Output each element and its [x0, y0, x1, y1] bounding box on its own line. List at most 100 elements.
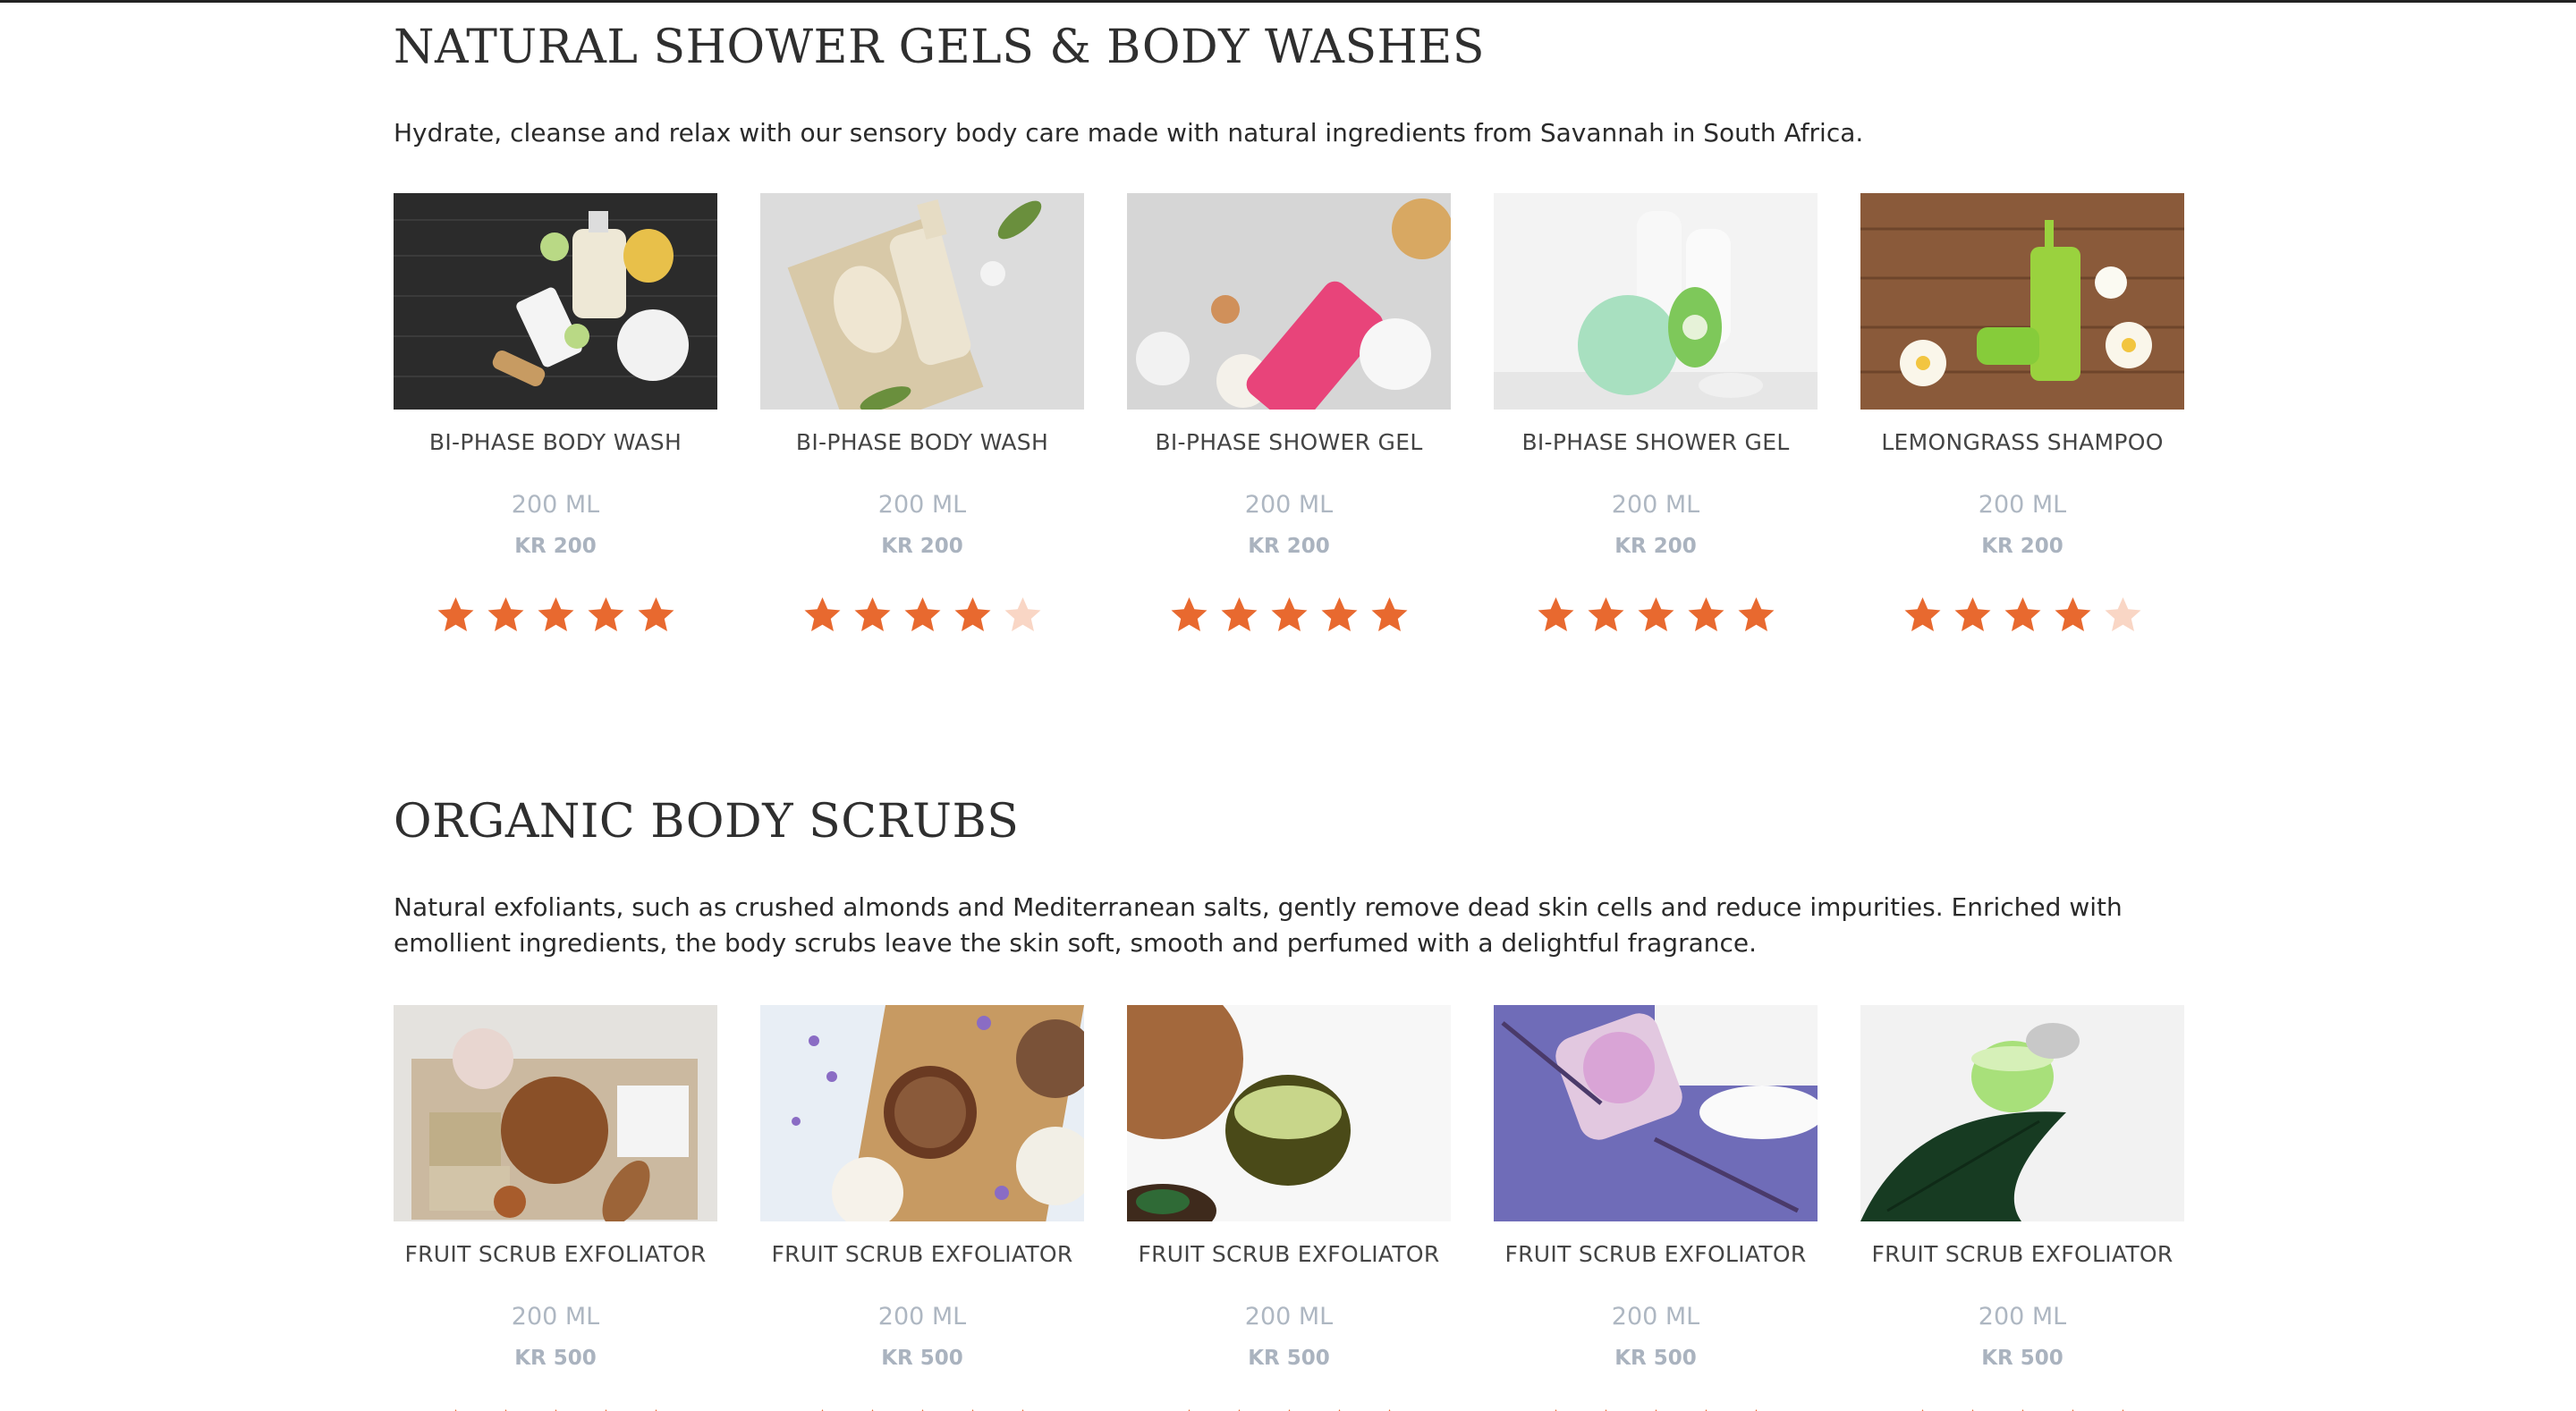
star-icon — [954, 597, 990, 631]
star-icon — [1388, 1409, 1390, 1411]
rating-stars — [1902, 1407, 2143, 1411]
product-size: 200 ML — [1611, 491, 1700, 519]
product-size: 200 ML — [877, 1303, 967, 1331]
product-size: 200 ML — [511, 491, 600, 519]
product-card[interactable]: FRUIT SCRUB EXFOLIATOR 200 ML KR 500 — [1127, 1005, 1451, 1411]
product-name[interactable]: FRUIT SCRUB EXFOLIATOR — [1871, 1241, 2173, 1267]
rating-stars — [1169, 596, 1410, 636]
star-icon — [854, 597, 890, 631]
star-icon — [1638, 597, 1674, 631]
product-size: 200 ML — [877, 491, 967, 519]
star-icon — [1705, 1409, 1707, 1411]
product-card[interactable]: FRUIT SCRUB EXFOLIATOR 200 ML KR 500 — [1494, 1005, 1818, 1411]
star-icon — [555, 1409, 556, 1411]
star-icon — [605, 1409, 606, 1411]
star-icon — [2105, 597, 2140, 631]
product-size: 200 ML — [1611, 1303, 1700, 1331]
star-icon — [2072, 1409, 2073, 1411]
product-card[interactable]: BI-PHASE BODY WASH 200 ML KR 200 — [760, 193, 1084, 636]
product-name[interactable]: BI-PHASE SHOWER GEL — [1521, 429, 1789, 455]
star-icon — [2122, 1409, 2123, 1411]
product-size: 200 ML — [511, 1303, 600, 1331]
product-card[interactable]: FRUIT SCRUB EXFOLIATOR 200 ML KR 500 — [394, 1005, 717, 1411]
product-price: KR 500 — [881, 1347, 963, 1370]
star-icon — [1321, 597, 1357, 631]
section-body-scrubs: ORGANIC BODY SCRUBS Natural exfoliants, … — [394, 777, 2184, 1411]
star-icon — [1738, 597, 1774, 631]
product-name[interactable]: BI-PHASE BODY WASH — [796, 429, 1048, 455]
star-icon — [1605, 1409, 1606, 1411]
rating-stars — [802, 596, 1043, 636]
product-price: KR 500 — [514, 1347, 597, 1370]
star-icon — [971, 1409, 973, 1411]
star-icon — [487, 597, 523, 631]
rating-stars — [1902, 596, 2143, 636]
star-icon — [1288, 1409, 1290, 1411]
rating-stars — [1536, 596, 1776, 636]
product-card[interactable]: BI-PHASE SHOWER GEL 200 ML KR 200 — [1127, 193, 1451, 636]
product-price: KR 200 — [1981, 535, 2063, 558]
star-icon — [1971, 1409, 1973, 1411]
star-icon — [821, 1409, 823, 1411]
product-image[interactable] — [760, 1005, 1084, 1221]
star-icon — [871, 1409, 873, 1411]
star-icon — [538, 597, 573, 631]
section-shower-gels: NATURAL SHOWER GELS & BODY WASHES Hydrat… — [394, 3, 2184, 700]
star-icon — [504, 1409, 506, 1411]
product-card[interactable]: LEMONGRASS SHAMPOO 200 ML KR 200 — [1860, 193, 2184, 636]
product-name[interactable]: FRUIT SCRUB EXFOLIATOR — [1504, 1241, 1806, 1267]
star-icon — [2055, 597, 2090, 631]
product-grid: BI-PHASE BODY WASH 200 ML KR 200 BI-PHAS… — [394, 193, 2184, 636]
product-card[interactable]: BI-PHASE SHOWER GEL 200 ML KR 200 — [1494, 193, 1818, 636]
product-image[interactable] — [1494, 193, 1818, 410]
section-description: Natural exfoliants, such as crushed almo… — [394, 892, 2123, 958]
product-image[interactable] — [1127, 193, 1451, 410]
product-card[interactable]: FRUIT SCRUB EXFOLIATOR 200 ML KR 500 — [760, 1005, 1084, 1411]
star-icon — [1004, 597, 1040, 631]
star-icon — [1021, 1409, 1023, 1411]
product-price: KR 200 — [881, 535, 963, 558]
star-icon — [1755, 1409, 1757, 1411]
star-icon — [1588, 597, 1623, 631]
product-image[interactable] — [1860, 193, 2184, 410]
star-icon — [2021, 1409, 2023, 1411]
product-price: KR 200 — [1248, 535, 1330, 558]
product-name[interactable]: LEMONGRASS SHAMPOO — [1881, 429, 2163, 455]
star-icon — [1221, 597, 1257, 631]
product-name[interactable]: BI-PHASE SHOWER GEL — [1155, 429, 1422, 455]
product-card[interactable]: BI-PHASE BODY WASH 200 ML KR 200 — [394, 193, 717, 636]
product-image[interactable] — [394, 1005, 717, 1221]
product-price: KR 500 — [1248, 1347, 1330, 1370]
product-grid: FRUIT SCRUB EXFOLIATOR 200 ML KR 500 FRU… — [394, 1005, 2184, 1411]
rating-stars — [802, 1407, 1043, 1411]
product-price: KR 200 — [1614, 535, 1697, 558]
product-size: 200 ML — [1244, 1303, 1334, 1331]
star-icon — [1371, 597, 1407, 631]
product-name[interactable]: FRUIT SCRUB EXFOLIATOR — [1138, 1241, 1439, 1267]
product-price: KR 500 — [1981, 1347, 2063, 1370]
product-image[interactable] — [1860, 1005, 2184, 1221]
product-image[interactable] — [394, 193, 717, 410]
product-name[interactable]: FRUIT SCRUB EXFOLIATOR — [771, 1241, 1072, 1267]
product-image[interactable] — [1494, 1005, 1818, 1221]
product-name[interactable]: FRUIT SCRUB EXFOLIATOR — [404, 1241, 706, 1267]
section-title: NATURAL SHOWER GELS & BODY WASHES — [394, 21, 1485, 74]
product-image[interactable] — [1127, 1005, 1451, 1221]
star-icon — [921, 1409, 923, 1411]
product-card[interactable]: FRUIT SCRUB EXFOLIATOR 200 ML KR 500 — [1860, 1005, 2184, 1411]
star-icon — [1954, 597, 1990, 631]
star-icon — [1338, 1409, 1340, 1411]
rating-stars — [1169, 1407, 1410, 1411]
star-icon — [1188, 1409, 1190, 1411]
star-icon — [437, 597, 473, 631]
star-icon — [1921, 1409, 1923, 1411]
product-name[interactable]: BI-PHASE BODY WASH — [429, 429, 682, 455]
star-icon — [1171, 597, 1207, 631]
product-image[interactable] — [760, 193, 1084, 410]
section-title: ORGANIC BODY SCRUBS — [394, 795, 1020, 849]
product-price: KR 500 — [1614, 1347, 1697, 1370]
star-icon — [454, 1409, 456, 1411]
star-icon — [804, 597, 840, 631]
product-price: KR 200 — [514, 535, 597, 558]
rating-stars — [1536, 1407, 1776, 1411]
